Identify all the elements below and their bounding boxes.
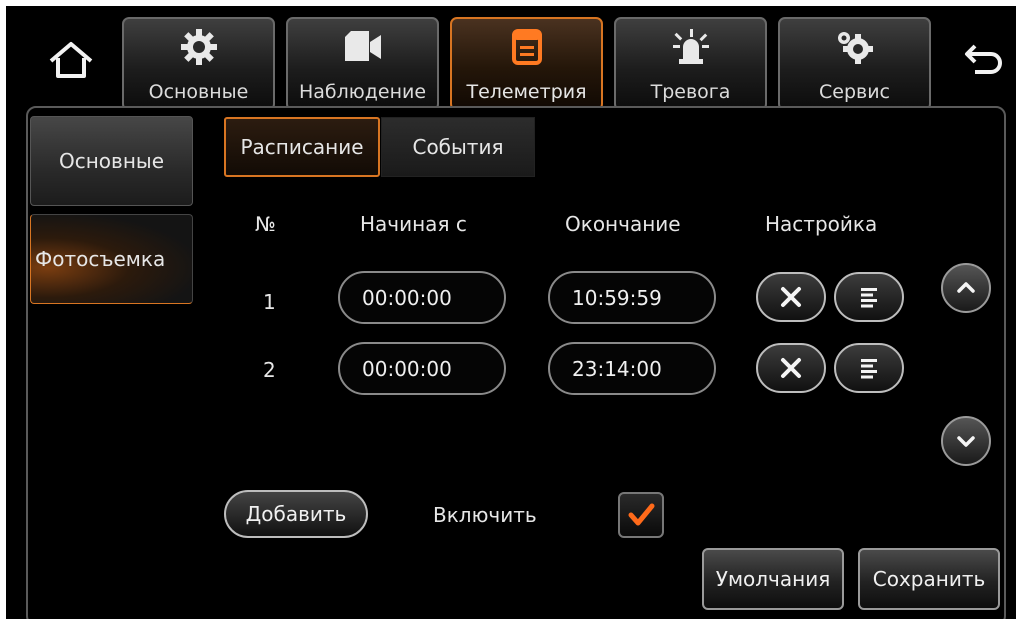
chevron-up-icon <box>957 282 975 293</box>
tab-label: Наблюдение <box>298 81 427 103</box>
back-button[interactable] <box>954 12 1014 108</box>
tab-label: Расписание <box>240 135 364 159</box>
sidebar-item-label: Основные <box>58 149 164 173</box>
column-header-number: № <box>255 212 276 236</box>
time-value: 00:00:00 <box>362 285 452 310</box>
time-value: 10:59:59 <box>572 285 662 310</box>
gear-icon <box>124 27 273 67</box>
sidebar-item-photo[interactable]: Фотосъемка <box>30 214 193 304</box>
start-time-field[interactable]: 00:00:00 <box>338 342 506 395</box>
tab-schedule[interactable]: Расписание <box>224 117 380 177</box>
column-header-settings: Настройка <box>765 212 878 236</box>
time-value: 00:00:00 <box>362 356 452 381</box>
tab-events[interactable]: События <box>381 117 535 177</box>
tab-label: События <box>412 135 504 159</box>
home-button[interactable] <box>36 12 106 108</box>
scroll-down-button[interactable] <box>941 416 991 466</box>
row-settings-button[interactable] <box>834 343 904 393</box>
add-button-label: Добавить <box>245 502 347 526</box>
enable-checkbox[interactable] <box>618 492 664 538</box>
sidebar-item-label: Фотосъемка <box>35 247 166 271</box>
default-button-label: Умолчания <box>715 567 831 591</box>
tab-label: Основные <box>148 81 249 103</box>
row-settings-button[interactable] <box>834 272 904 322</box>
column-header-end: Окончание <box>565 212 681 236</box>
time-value: 23:14:00 <box>572 356 662 381</box>
alarm-light-icon <box>616 27 765 67</box>
settings-list-icon <box>861 359 877 379</box>
tab-service[interactable]: Сервис <box>778 17 931 111</box>
save-button-label: Сохранить <box>872 567 986 591</box>
close-icon <box>781 358 801 378</box>
default-button[interactable]: Умолчания <box>702 548 844 610</box>
telemetry-icon <box>452 27 601 67</box>
add-button[interactable]: Добавить <box>224 490 368 538</box>
end-time-field[interactable]: 23:14:00 <box>548 342 716 395</box>
row-number: 1 <box>263 290 276 314</box>
sidebar-item-basic[interactable]: Основные <box>30 116 193 206</box>
tab-basic[interactable]: Основные <box>122 17 275 111</box>
tab-label: Сервис <box>818 81 890 103</box>
chevron-down-icon <box>957 436 975 447</box>
checkmark-icon <box>628 503 655 526</box>
save-button[interactable]: Сохранить <box>858 548 1000 610</box>
end-time-field[interactable]: 10:59:59 <box>548 271 716 324</box>
tab-alarm[interactable]: Тревога <box>614 17 767 111</box>
tab-telemetry[interactable]: Телеметрия <box>450 17 603 111</box>
settings-list-icon <box>861 288 877 308</box>
service-gears-icon <box>780 27 929 67</box>
video-camera-icon <box>288 27 437 67</box>
tab-label: Телеметрия <box>466 81 587 103</box>
start-time-field[interactable]: 00:00:00 <box>338 271 506 324</box>
tab-monitoring[interactable]: Наблюдение <box>286 17 439 111</box>
home-icon <box>49 42 93 78</box>
close-icon <box>781 287 801 307</box>
delete-row-button[interactable] <box>756 343 826 393</box>
scroll-up-button[interactable] <box>941 263 991 313</box>
enable-label: Включить <box>433 503 537 527</box>
tab-label: Тревога <box>650 81 731 103</box>
row-number: 2 <box>263 358 276 382</box>
back-arrow-icon <box>965 44 1002 74</box>
delete-row-button[interactable] <box>756 272 826 322</box>
column-header-start: Начиная с <box>360 212 467 236</box>
